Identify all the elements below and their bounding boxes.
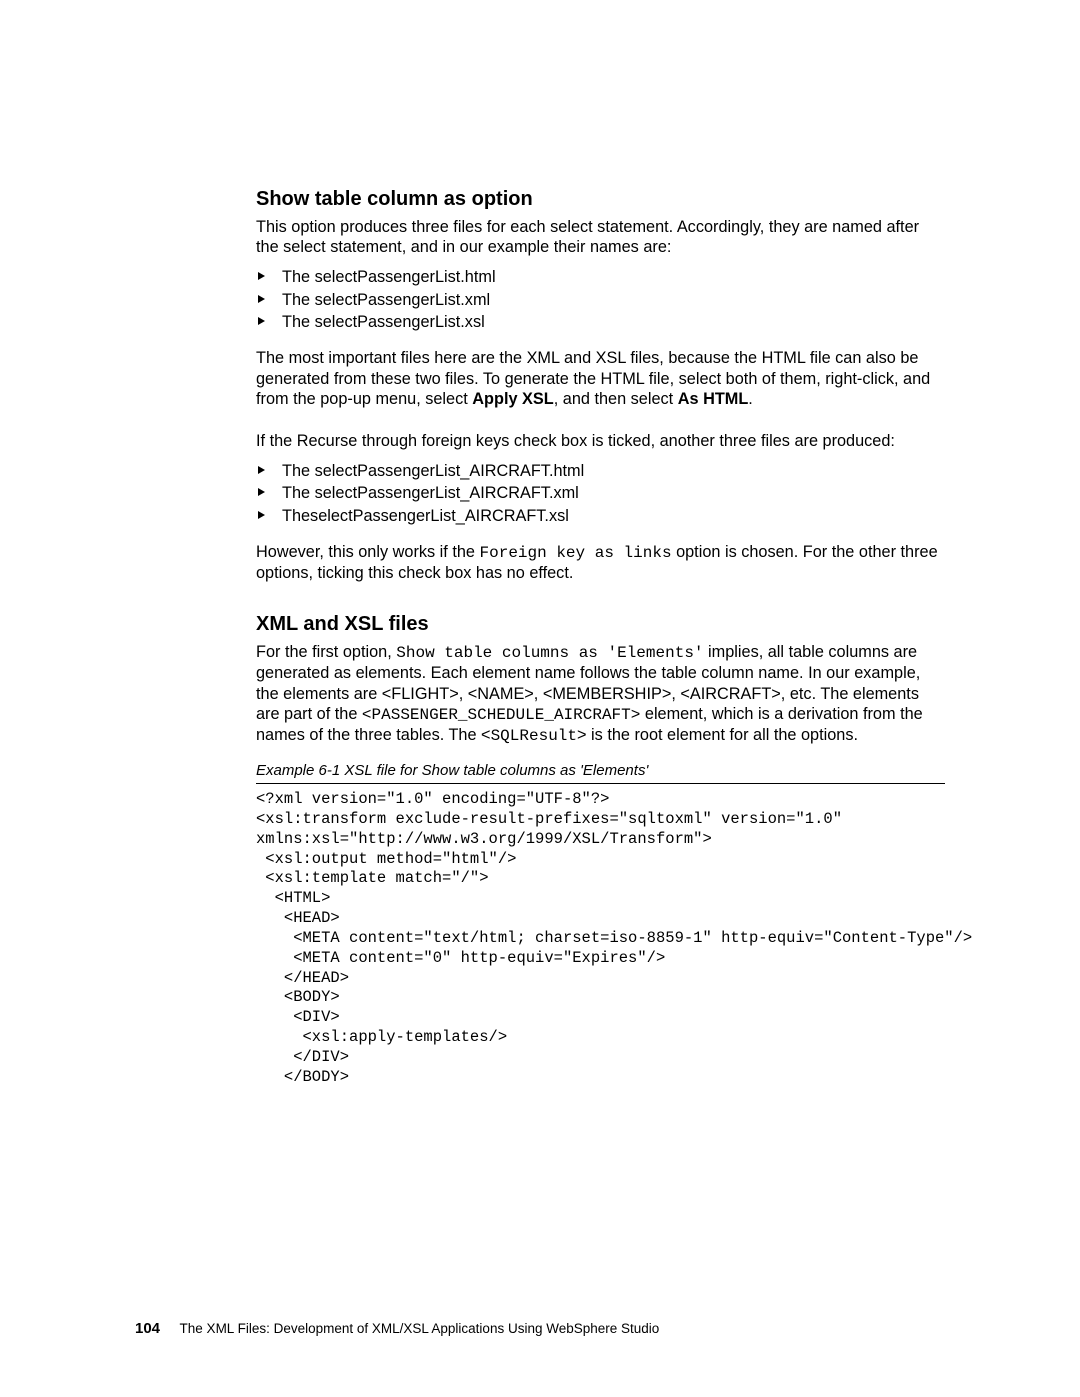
list-item: TheselectPassengerList_AIRCRAFT.xsl [256, 505, 945, 528]
list-item: The selectPassengerList.html [256, 266, 945, 289]
page-content: Show table column as option This option … [0, 0, 1080, 1088]
paragraph: However, this only works if the Foreign … [256, 542, 945, 583]
list-item: The selectPassengerList.xml [256, 289, 945, 312]
paragraph: For the first option, Show table columns… [256, 642, 945, 746]
code-block: <?xml version="1.0" encoding="UTF-8"?> <… [256, 790, 945, 1087]
caption-rule [256, 783, 945, 784]
footer-text: The XML Files: Development of XML/XSL Ap… [180, 1321, 660, 1336]
bullet-list-1: The selectPassengerList.html The selectP… [256, 266, 945, 334]
list-item: The selectPassengerList_AIRCRAFT.html [256, 460, 945, 483]
example-caption: Example 6-1 XSL file for Show table colu… [256, 762, 945, 779]
list-item: The selectPassengerList.xsl [256, 311, 945, 334]
section-heading-show-table: Show table column as option [256, 188, 945, 211]
paragraph: If the Recurse through foreign keys chec… [256, 431, 945, 451]
list-item: The selectPassengerList_AIRCRAFT.xml [256, 482, 945, 505]
paragraph: This option produces three files for eac… [256, 217, 945, 258]
page-footer: 104 The XML Files: Development of XML/XS… [135, 1320, 659, 1337]
page-number: 104 [135, 1320, 160, 1337]
paragraph: The most important files here are the XM… [256, 348, 945, 409]
section-heading-xml-xsl: XML and XSL files [256, 613, 945, 636]
bullet-list-2: The selectPassengerList_AIRCRAFT.html Th… [256, 460, 945, 528]
